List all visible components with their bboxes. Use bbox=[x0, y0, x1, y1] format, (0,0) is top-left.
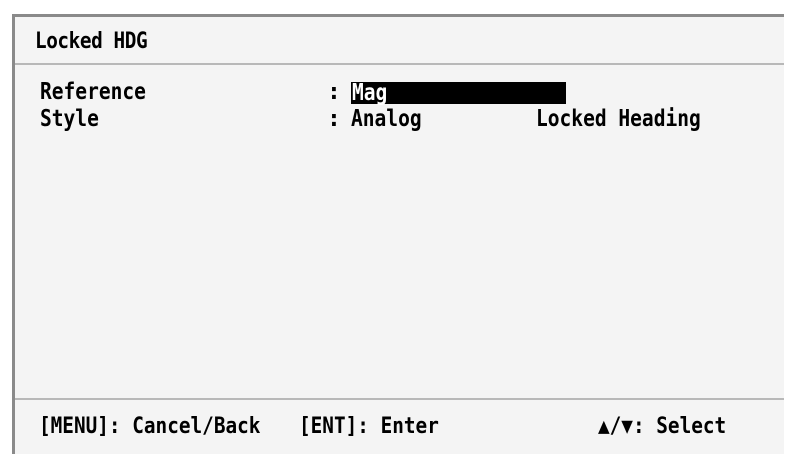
style-value[interactable]: Analog bbox=[351, 106, 422, 133]
style-colon: : bbox=[327, 106, 341, 132]
display-screen: Locked HDG Reference : Mag Style : Analo… bbox=[12, 14, 784, 454]
enter-key-hint: [ENT]: Enter bbox=[299, 414, 439, 439]
reference-value-text: Mag bbox=[352, 80, 388, 106]
settings-menu: Reference : Mag Style : Analog Locked He… bbox=[40, 79, 784, 133]
reference-value-selected[interactable]: Mag bbox=[351, 80, 566, 106]
menu-key-hint: [MENU]: Cancel/Back bbox=[39, 414, 261, 439]
page-title: Locked HDG bbox=[35, 29, 148, 54]
title-bar: Locked HDG bbox=[15, 17, 784, 65]
reference-label: Reference bbox=[40, 79, 146, 105]
key-hint-bar: [MENU]: Cancel/Back [ENT]: Enter ▲/▼: Se… bbox=[15, 398, 784, 454]
style-extra-value: Locked Heading bbox=[536, 106, 701, 132]
menu-row-reference[interactable]: Reference : Mag bbox=[40, 79, 784, 106]
menu-row-style[interactable]: Style : Analog Locked Heading bbox=[40, 106, 784, 133]
reference-colon: : bbox=[327, 79, 341, 105]
select-key-hint: ▲/▼: Select bbox=[598, 414, 727, 439]
style-label: Style bbox=[40, 106, 99, 132]
